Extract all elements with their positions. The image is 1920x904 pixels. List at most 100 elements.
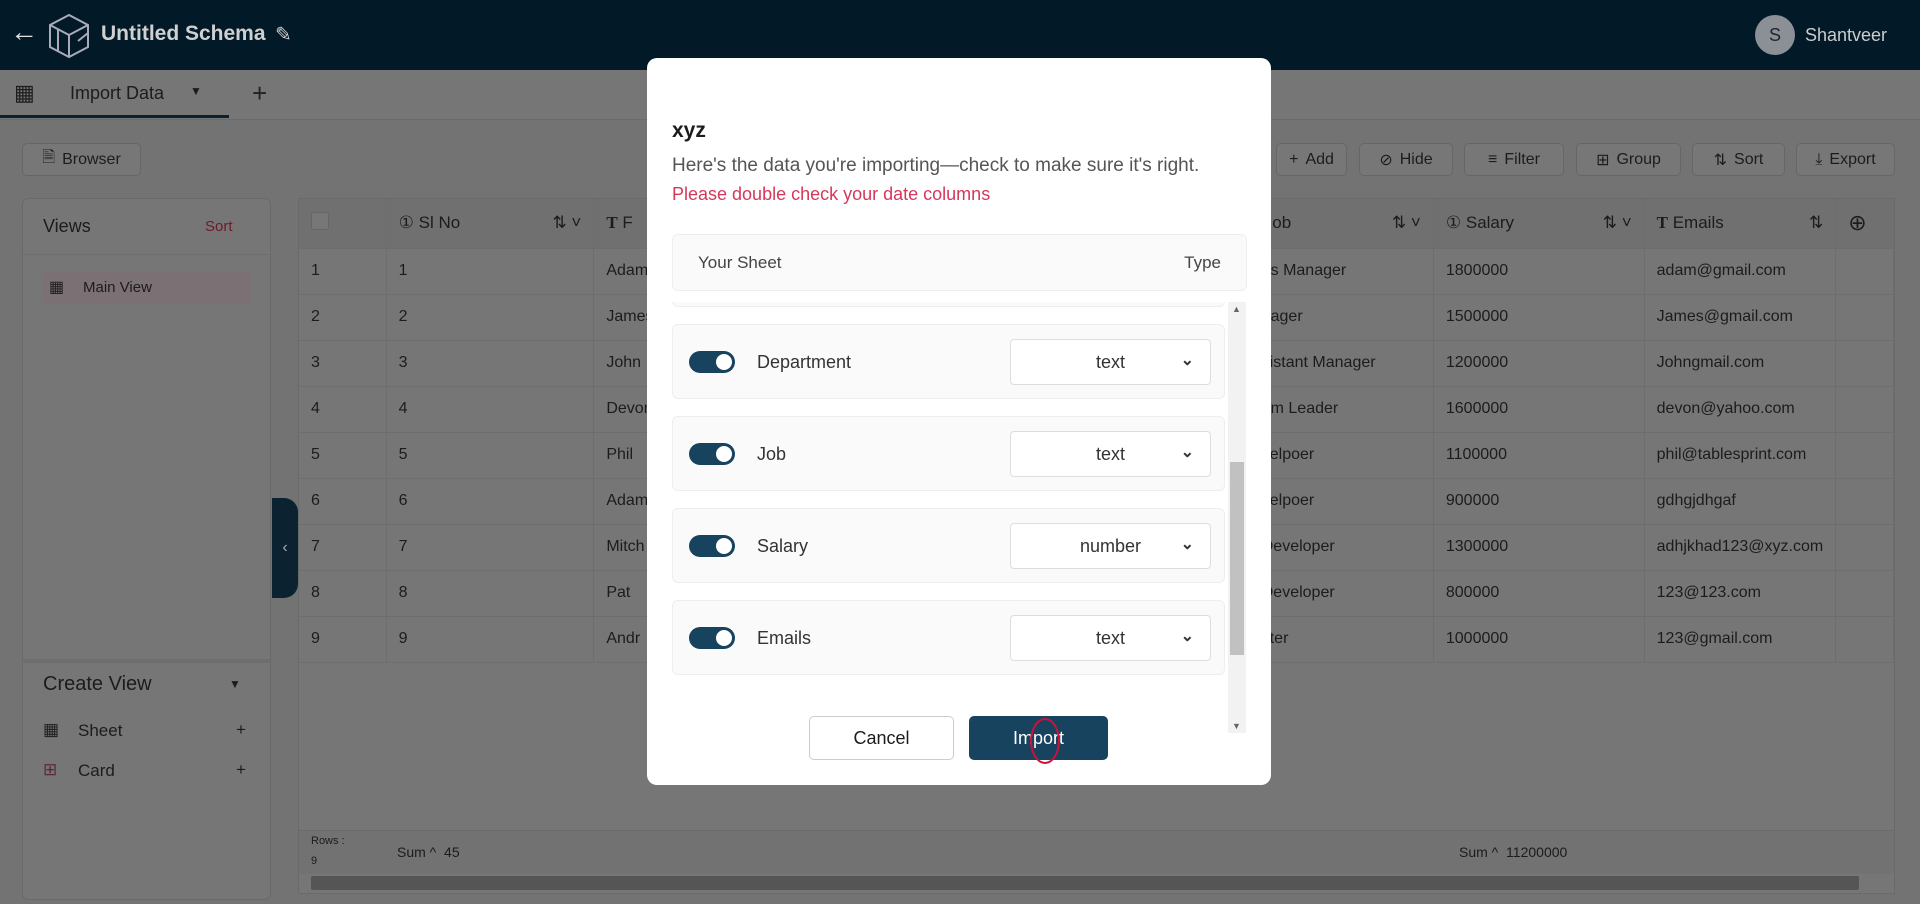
views-panel: Views Sort ▦ Main View Create View ▼ ▦ S… (22, 198, 271, 900)
sheet-icon: ▦ (43, 720, 60, 739)
field-toggle[interactable] (689, 535, 735, 557)
row-index[interactable]: 7 (299, 524, 387, 571)
cell-email[interactable]: adhjkhad123@xyz.com (1644, 524, 1837, 571)
edit-pencil-icon[interactable]: ✎ (275, 22, 292, 47)
cell-salary[interactable]: 900000 (1433, 478, 1645, 525)
cell-salary[interactable]: 1300000 (1433, 524, 1645, 571)
group-button[interactable]: ⊞ Group (1576, 143, 1681, 176)
add-tab-button[interactable]: + (252, 78, 267, 109)
field-type-select[interactable]: text ⌄ (1010, 615, 1211, 661)
column-header-emails[interactable]: T Emails ⇅ (1644, 199, 1837, 249)
field-toggle[interactable] (689, 627, 735, 649)
cell[interactable] (1835, 432, 1894, 479)
cancel-button[interactable]: Cancel (809, 716, 954, 760)
cell-salary[interactable]: 1000000 (1433, 616, 1645, 663)
create-view-title: Create View (43, 673, 152, 695)
horizontal-scrollbar[interactable] (311, 876, 1859, 890)
cell[interactable] (1835, 616, 1894, 663)
scrollbar-thumb[interactable] (1230, 462, 1244, 655)
add-card-button[interactable]: + (236, 760, 246, 780)
header-label: Sl No (418, 213, 461, 233)
browser-button[interactable]: 🗎 Browser (22, 143, 141, 176)
views-sort-link[interactable]: Sort (205, 218, 233, 235)
back-arrow-icon[interactable]: ← (10, 16, 38, 48)
sort-icon[interactable]: ⇅ (1809, 213, 1823, 233)
collapse-sidebar-handle[interactable]: ‹ (272, 498, 298, 598)
cell-email[interactable]: 123@gmail.com (1644, 616, 1837, 663)
cell-salary[interactable]: 1200000 (1433, 340, 1645, 387)
sort-icon[interactable]: ⇅ ˅ (1392, 213, 1421, 233)
row-index[interactable]: 1 (299, 248, 387, 295)
cell-email[interactable]: phil@tablesprint.com (1644, 432, 1837, 479)
filter-button[interactable]: ≡ Filter (1464, 143, 1564, 176)
field-type-select[interactable]: number ⌄ (1010, 523, 1211, 569)
add-label: Add (1305, 150, 1334, 168)
chevron-down-icon[interactable]: ▼ (229, 677, 241, 691)
avatar[interactable]: S (1755, 15, 1795, 55)
cell-slno[interactable]: 6 (386, 478, 595, 525)
cell-slno[interactable]: 9 (386, 616, 595, 663)
cell-slno[interactable]: 8 (386, 570, 595, 617)
view-item-main[interactable]: ▦ Main View (43, 272, 251, 304)
cell-salary[interactable]: 1600000 (1433, 386, 1645, 433)
column-header-slno[interactable]: ① Sl No ⇅ ˅ (386, 199, 595, 249)
sort-icon[interactable]: ⇅ ˅ (1603, 213, 1632, 233)
row-index[interactable]: 8 (299, 570, 387, 617)
cell-email[interactable]: gdhgjdhgaf (1644, 478, 1837, 525)
cell[interactable] (1835, 570, 1894, 617)
select-all-checkbox[interactable] (299, 199, 387, 249)
cell-email[interactable]: James@gmail.com (1644, 294, 1837, 341)
slno-sum[interactable]: Sum ^ 45 (397, 844, 460, 860)
cell[interactable] (1835, 248, 1894, 295)
add-column-button[interactable]: ⊕ (1835, 199, 1894, 249)
browser-label: Browser (62, 150, 121, 168)
cell[interactable] (1835, 340, 1894, 387)
add-button[interactable]: + Add (1276, 143, 1347, 176)
row-index[interactable]: 6 (299, 478, 387, 525)
vertical-scrollbar[interactable]: ▲ ▼ (1228, 302, 1246, 733)
cell-salary[interactable]: 1100000 (1433, 432, 1645, 479)
row-index[interactable]: 2 (299, 294, 387, 341)
chevron-down-icon[interactable]: ▼ (190, 84, 202, 98)
cell-email[interactable]: adam@gmail.com (1644, 248, 1837, 295)
salary-sum[interactable]: Sum ^ 11200000 (1459, 844, 1567, 860)
cell-slno[interactable]: 5 (386, 432, 595, 479)
schema-title[interactable]: Untitled Schema (101, 22, 266, 46)
scroll-up-icon[interactable]: ▲ (1232, 304, 1241, 314)
cell-slno[interactable]: 4 (386, 386, 595, 433)
sort-button[interactable]: ⇅ Sort (1692, 143, 1785, 176)
hide-button[interactable]: ⊘ Hide (1359, 143, 1453, 176)
cell-slno[interactable]: 1 (386, 248, 595, 295)
cell[interactable] (1835, 294, 1894, 341)
column-header-salary[interactable]: ① Salary ⇅ ˅ (1433, 199, 1645, 249)
row-index[interactable]: 3 (299, 340, 387, 387)
cell-salary[interactable]: 1500000 (1433, 294, 1645, 341)
cell-slno[interactable]: 7 (386, 524, 595, 571)
row-index[interactable]: 4 (299, 386, 387, 433)
cell[interactable] (1835, 386, 1894, 433)
download-icon: ⤓ (1815, 150, 1823, 168)
scroll-down-icon[interactable]: ▼ (1232, 721, 1241, 731)
sort-icon[interactable]: ⇅ ˅ (552, 213, 581, 233)
row-index[interactable]: 5 (299, 432, 387, 479)
create-sheet-label[interactable]: Sheet (78, 721, 122, 741)
cell-salary[interactable]: 1800000 (1433, 248, 1645, 295)
cell-salary[interactable]: 800000 (1433, 570, 1645, 617)
cell[interactable] (1835, 478, 1894, 525)
cell-email[interactable]: devon@yahoo.com (1644, 386, 1837, 433)
field-toggle[interactable] (689, 351, 735, 373)
cell-email[interactable]: 123@123.com (1644, 570, 1837, 617)
cell-slno[interactable]: 3 (386, 340, 595, 387)
cell-slno[interactable]: 2 (386, 294, 595, 341)
field-type-select[interactable]: text ⌄ (1010, 431, 1211, 477)
tab-import-data[interactable]: ▦ Import Data ▼ (0, 70, 229, 118)
row-index[interactable]: 9 (299, 616, 387, 663)
user-name[interactable]: Shantveer (1805, 25, 1887, 46)
export-button[interactable]: ⤓ Export (1796, 143, 1895, 176)
add-sheet-button[interactable]: + (236, 720, 246, 740)
cell[interactable] (1835, 524, 1894, 571)
cell-email[interactable]: Johngmail.com (1644, 340, 1837, 387)
field-toggle[interactable] (689, 443, 735, 465)
field-type-select[interactable]: text ⌄ (1010, 339, 1211, 385)
create-card-label[interactable]: Card (78, 761, 115, 781)
